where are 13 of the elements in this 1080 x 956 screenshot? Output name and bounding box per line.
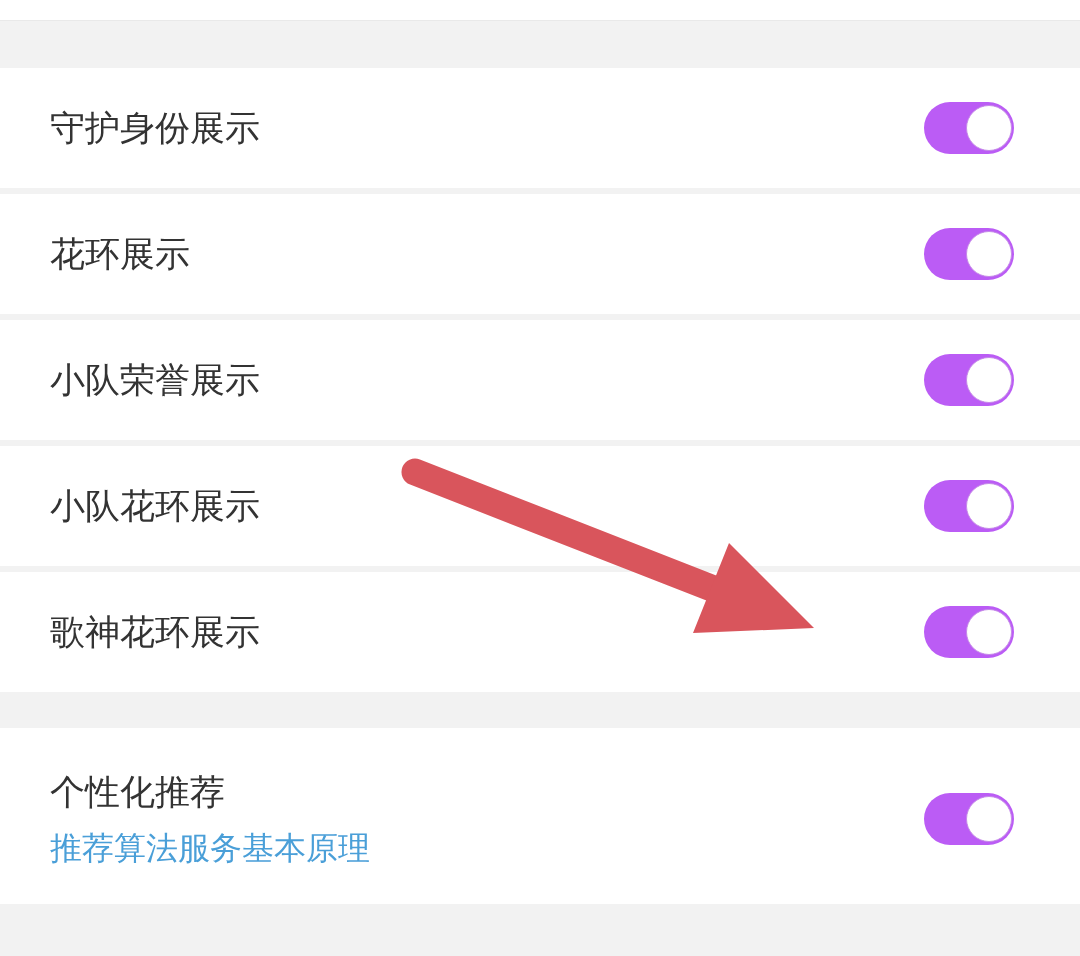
setting-label: 小队花环展示 — [50, 485, 260, 528]
toggle-switch[interactable] — [924, 354, 1014, 406]
toggle-switch[interactable] — [924, 480, 1014, 532]
toggle-switch[interactable] — [924, 793, 1014, 845]
toggle-switch[interactable] — [924, 228, 1014, 280]
setting-label: 花环展示 — [50, 233, 190, 276]
text-link[interactable]: 推荐算法服务基本原理 — [50, 828, 370, 868]
setting-label: 小队荣誉展示 — [50, 359, 260, 402]
setting-label: 歌神花环展示 — [50, 611, 260, 654]
setting-label: 个性化推荐 — [50, 771, 226, 814]
toggle-switch[interactable] — [924, 102, 1014, 154]
setting-label: 守护身份展示 — [50, 107, 260, 150]
toggle-switch[interactable] — [924, 606, 1014, 658]
